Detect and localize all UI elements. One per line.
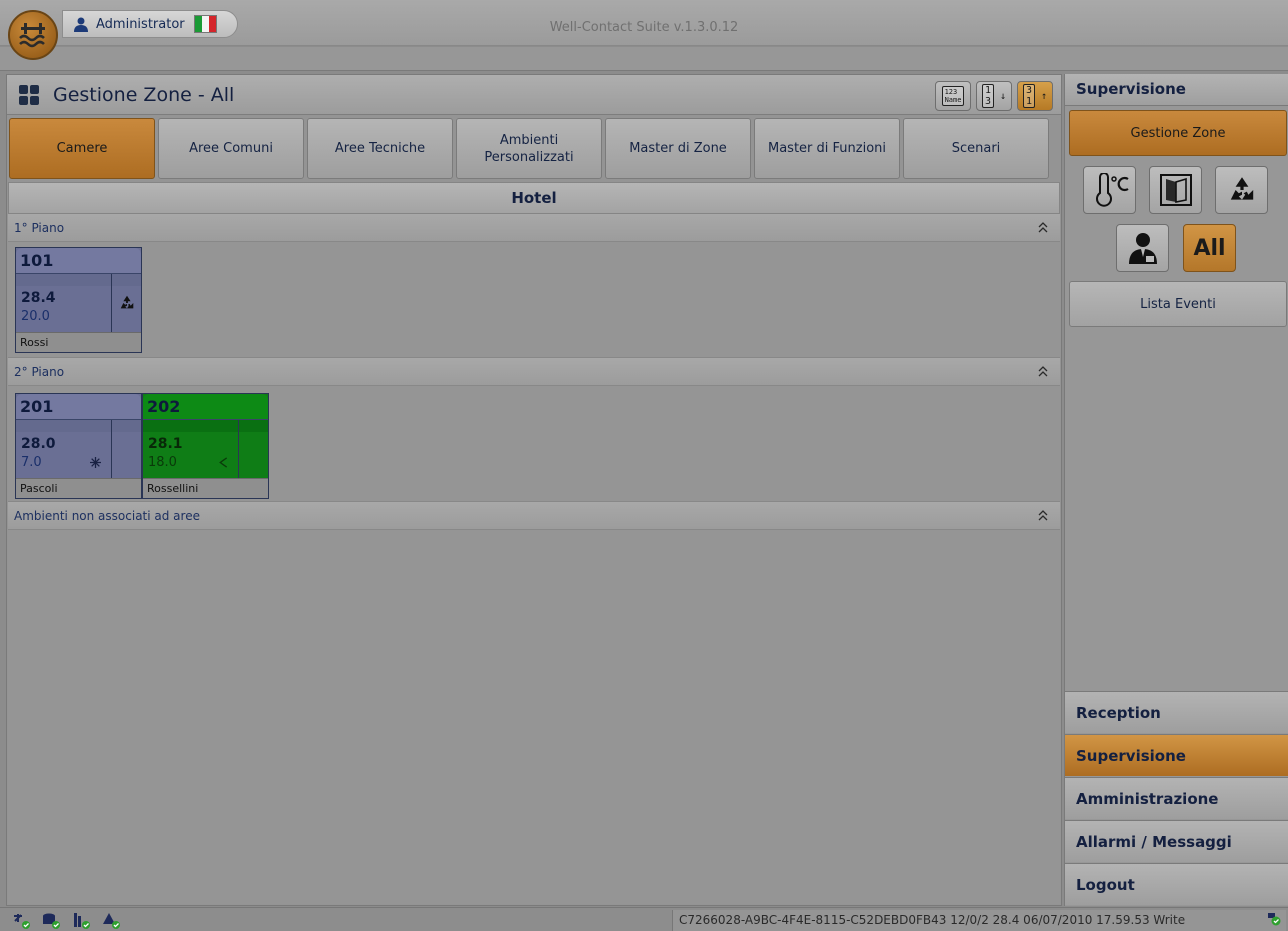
guest-name: Rossellini <box>143 478 268 498</box>
tab-master-di-funzioni[interactable]: Master di Funzioni <box>754 118 900 179</box>
nav-amministrazione[interactable]: Amministrazione <box>1065 777 1288 819</box>
nav-allarmi-messaggi[interactable]: Allarmi / Messaggi <box>1065 820 1288 862</box>
floor-label: 2° Piano <box>14 364 65 379</box>
tab-camere[interactable]: Camere <box>9 118 155 179</box>
section-title: Hotel <box>8 182 1060 214</box>
recycle-icon <box>1230 177 1253 200</box>
floor-body: 101 28.4 20.0 Rossi <box>8 242 1060 358</box>
status-message: C7266028-A9BC-4F4E-8115-C52DEBD0FB43 12/… <box>672 910 1286 931</box>
recycle-icon <box>120 295 133 309</box>
tab-aree-tecniche[interactable]: Aree Tecniche <box>307 118 453 179</box>
floor-header[interactable]: 2° Piano <box>8 358 1060 386</box>
tab-scenari[interactable]: Scenari <box>903 118 1049 179</box>
arrow-left-icon <box>219 457 228 468</box>
sort-buttons: 123 Name 13 ↓ 31 ↑ <box>935 81 1053 111</box>
sort-by-name-button[interactable]: 123 Name <box>935 81 971 111</box>
gestione-zone-button[interactable]: Gestione Zone <box>1069 110 1287 156</box>
alert-status-icon[interactable] <box>102 912 122 930</box>
floor-body: 201 28.0 7.0 Pascoli 202 28.1 18.0 Rosse… <box>8 386 1060 502</box>
room-tile[interactable]: 201 28.0 7.0 Pascoli <box>15 393 142 499</box>
device-status-icon[interactable] <box>72 912 92 930</box>
room-temperature: 28.0 <box>21 436 56 452</box>
room-temperature: 28.4 <box>21 290 56 306</box>
door-icon <box>1159 174 1192 206</box>
room-number: 201 <box>16 394 141 420</box>
room-tile[interactable]: 202 28.1 18.0 Rossellini <box>142 393 269 499</box>
user-indicator[interactable]: Administrator <box>62 10 238 38</box>
zones-content: Hotel 1° Piano 101 28.4 20.0 Rossi 2° Pi… <box>8 182 1060 904</box>
connection-ok-icon <box>1268 913 1281 926</box>
zones-grid-icon <box>19 84 39 105</box>
main-panel: Gestione Zone - All 123 Name 13 ↓ 31 ↑ Ca… <box>6 74 1062 906</box>
sort-descending-button[interactable]: 31 ↑ <box>1017 81 1053 111</box>
lista-eventi-button[interactable]: Lista Eventi <box>1069 281 1287 327</box>
nav-logout[interactable]: Logout <box>1065 863 1288 905</box>
nav-supervisione[interactable]: Supervisione <box>1065 734 1288 776</box>
filter-staff-button[interactable] <box>1116 224 1169 272</box>
collapse-chevron-icon[interactable] <box>1038 221 1048 233</box>
filter-all-button[interactable]: All <box>1183 224 1236 272</box>
room-setpoint: 7.0 <box>21 455 42 470</box>
category-tabs: Camere Aree Comuni Aree Tecniche Ambient… <box>9 118 1049 179</box>
nav-reception[interactable]: Reception <box>1065 691 1288 733</box>
tab-ambienti-personalizzati[interactable]: Ambienti Personalizzati <box>456 118 602 179</box>
guest-name: Rossi <box>16 332 141 352</box>
collapse-chevron-icon[interactable] <box>1038 509 1048 521</box>
room-number: 101 <box>16 248 141 274</box>
room-tile[interactable]: 101 28.4 20.0 Rossi <box>15 247 142 353</box>
italian-flag-icon[interactable] <box>193 15 217 33</box>
thermometer-icon <box>1095 173 1129 207</box>
staff-person-icon <box>1128 233 1157 264</box>
user-name: Administrator <box>96 16 185 32</box>
room-setpoint: 20.0 <box>21 309 50 324</box>
room-setpoint: 18.0 <box>148 455 177 470</box>
page-title: Gestione Zone - All <box>53 83 235 106</box>
floor-label: 1° Piano <box>14 220 65 235</box>
collapse-chevron-icon[interactable] <box>1038 365 1048 377</box>
tab-master-di-zone[interactable]: Master di Zone <box>605 118 751 179</box>
sidebar-header: Supervisione <box>1065 74 1288 106</box>
guest-name: Pascoli <box>16 478 141 498</box>
app-logo[interactable] <box>8 10 58 60</box>
floor-header[interactable]: Ambienti non associati ad aree <box>8 502 1060 530</box>
pool-logo-icon <box>19 23 45 48</box>
floor-label: Ambienti non associati ad aree <box>14 508 200 523</box>
status-bar: C7266028-A9BC-4F4E-8115-C52DEBD0FB43 12/… <box>0 907 1288 931</box>
filter-windows-button[interactable] <box>1149 166 1202 214</box>
right-sidebar: Supervisione Gestione Zone All Lista Eve… <box>1064 74 1288 906</box>
tab-aree-comuni[interactable]: Aree Comuni <box>158 118 304 179</box>
room-temperature: 28.1 <box>148 436 183 452</box>
filter-recycle-button[interactable] <box>1215 166 1268 214</box>
user-icon <box>74 17 88 32</box>
status-icons <box>6 910 670 931</box>
network-status-icon[interactable] <box>12 912 32 930</box>
toolbar-strip <box>0 47 1288 71</box>
sort-ascending-button[interactable]: 13 ↓ <box>976 81 1012 111</box>
floor-header[interactable]: 1° Piano <box>8 214 1060 242</box>
room-number: 202 <box>143 394 268 420</box>
main-header: Gestione Zone - All 123 Name 13 ↓ 31 ↑ <box>7 75 1061 115</box>
filter-temperature-button[interactable] <box>1083 166 1136 214</box>
database-status-icon[interactable] <box>42 912 62 930</box>
snowflake-icon <box>90 457 101 468</box>
